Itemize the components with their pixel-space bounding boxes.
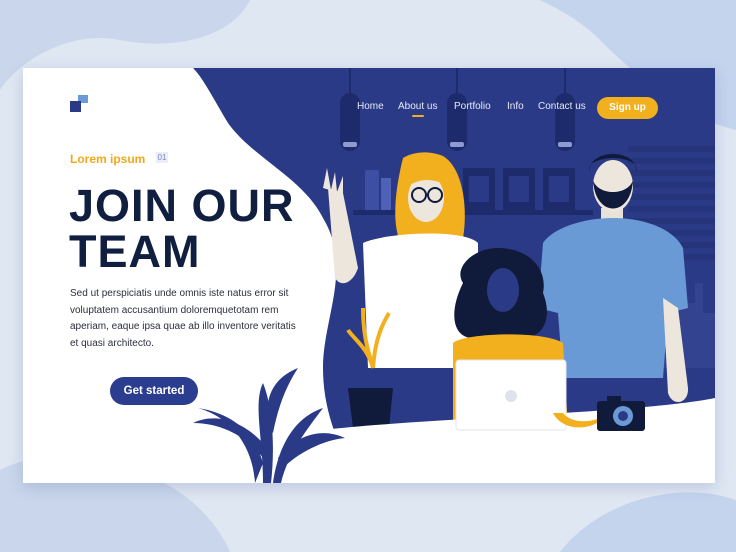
nav-active-indicator (412, 115, 424, 117)
eyebrow-label: Lorem ipsum (70, 152, 146, 166)
camera (597, 396, 645, 431)
laptop (455, 359, 567, 431)
description-line: et quasi architecto. (70, 337, 154, 349)
description-line: aperiam, eaque ipsa quae ab illo invento… (70, 321, 296, 332)
nav-contact-us[interactable]: Contact us (538, 101, 586, 112)
hero-description: Sed ut perspiciatis unde omnis iste natu… (70, 286, 320, 352)
signup-button[interactable]: Sign up (597, 97, 658, 119)
squares-logo-icon[interactable] (70, 95, 90, 113)
foreground-plant (193, 368, 345, 483)
nav-home[interactable]: Home (357, 101, 384, 112)
headline-line-2: TEAM (69, 226, 201, 277)
description-line: Sed ut perspiciatis unde omnis iste natu… (70, 288, 289, 299)
eyebrow-number-badge: 01 (156, 152, 168, 163)
get-started-button[interactable]: Get started (110, 377, 198, 405)
nav-info[interactable]: Info (507, 101, 524, 112)
page-headline: JOIN OUR TEAM (69, 183, 329, 275)
headline-line-1: JOIN OUR (69, 180, 295, 231)
nav-portfolio[interactable]: Portfolio (454, 101, 491, 112)
description-line: voluptatem accusantium doloremquetotam r… (70, 304, 279, 316)
nav-about-us[interactable]: About us (398, 101, 437, 112)
landing-card: Home About us Portfolio Info Contact us … (23, 68, 715, 483)
